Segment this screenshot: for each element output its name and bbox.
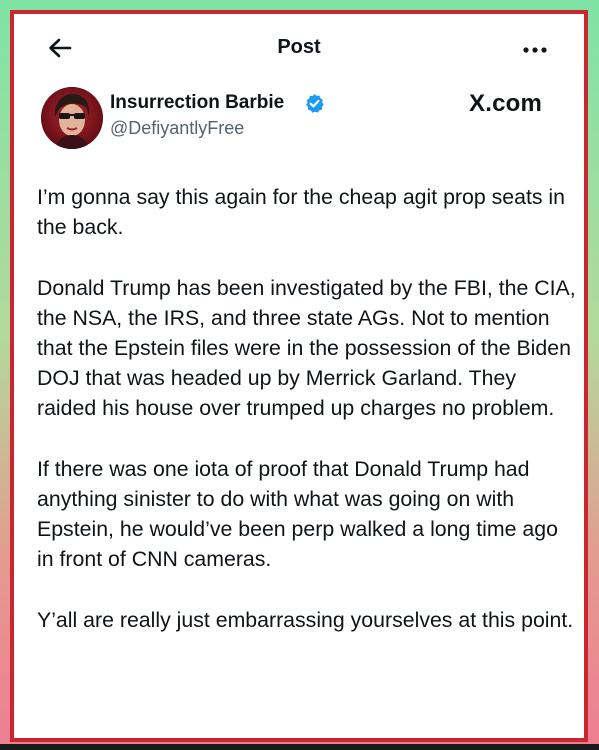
post-body: I’m gonna say this again for the cheap a…	[37, 182, 577, 665]
avatar[interactable]	[41, 87, 103, 149]
post-paragraph: If there was one iota of proof that Dona…	[37, 456, 558, 572]
avatar-image	[41, 87, 103, 149]
author-name[interactable]: Insurrection Barbie	[110, 92, 284, 114]
page-title: Post	[277, 36, 321, 58]
bottom-edge	[0, 744, 599, 750]
post-paragraph: Y’all are really just embarrassing yours…	[37, 607, 574, 632]
top-bar: Post	[14, 14, 584, 78]
author-handle[interactable]: @DefiyantlyFree	[110, 118, 244, 139]
more-options-button[interactable]	[522, 42, 548, 53]
post-paragraph: I’m gonna say this again for the cheap a…	[37, 185, 566, 240]
ellipsis-horizontal-icon	[523, 47, 547, 53]
source-label: X.com	[469, 90, 543, 117]
post-paragraph: Donald Trump has been investigated by th…	[37, 275, 576, 421]
verified-badge-icon	[304, 93, 325, 114]
post-card: Post Insurrection Barbie @DefiyantlyFree…	[10, 10, 588, 742]
